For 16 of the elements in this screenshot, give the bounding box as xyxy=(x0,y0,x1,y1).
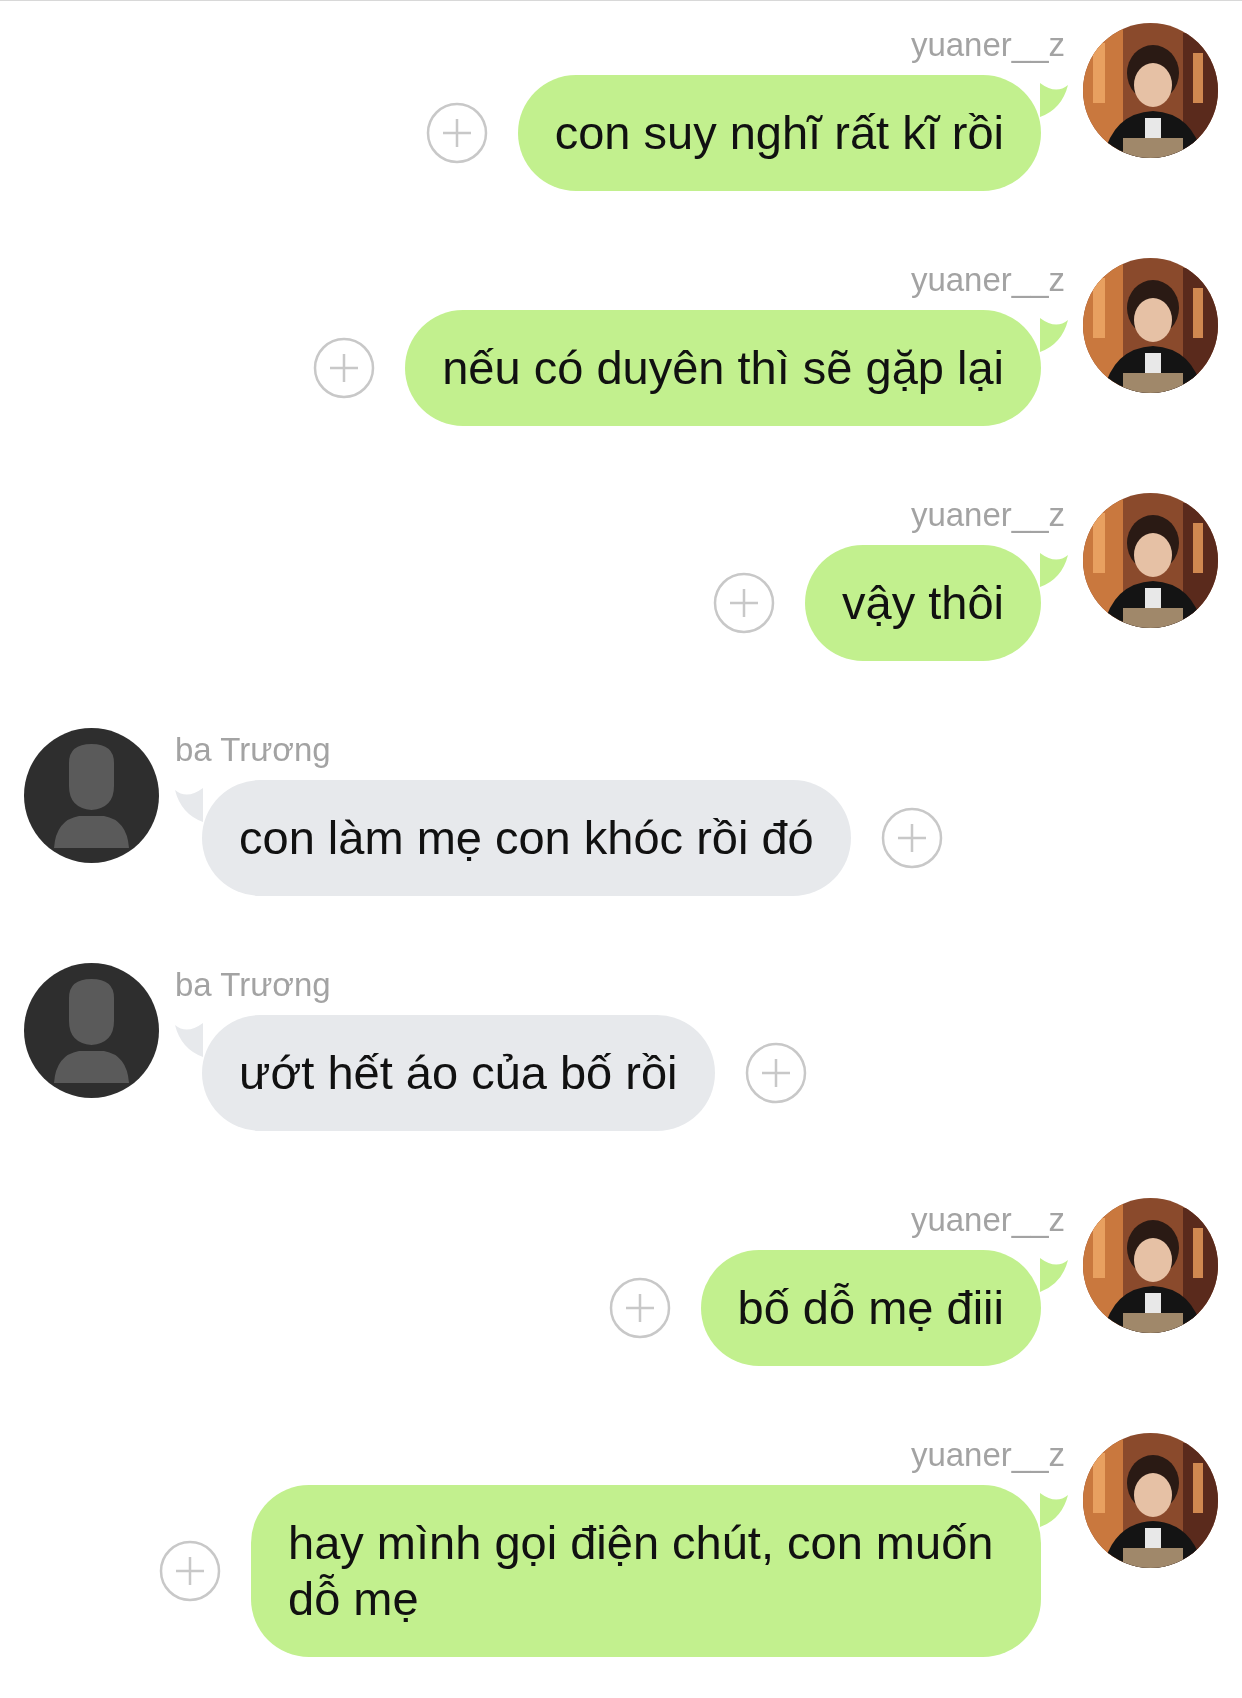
sender-name: yuaner__z xyxy=(910,25,1065,65)
avatar-icon xyxy=(24,728,159,863)
sender-name: ba Trương xyxy=(175,965,331,1005)
sender-name: ba Trương xyxy=(175,730,331,770)
add-reaction-icon[interactable] xyxy=(880,807,943,869)
sender-name: yuaner__z xyxy=(910,1435,1065,1475)
add-reaction-icon[interactable] xyxy=(744,1042,807,1104)
add-reaction-icon[interactable] xyxy=(608,1277,671,1339)
sender-name: yuaner__z xyxy=(910,260,1065,300)
sender-name: yuaner__z xyxy=(910,495,1065,535)
add-reaction-icon[interactable] xyxy=(313,337,376,399)
add-reaction-icon[interactable] xyxy=(159,1540,221,1602)
avatar-icon xyxy=(24,963,159,1098)
add-reaction-icon[interactable] xyxy=(425,102,488,164)
add-reaction-icon[interactable] xyxy=(713,572,775,634)
sender-name: yuaner__z xyxy=(910,1200,1065,1240)
